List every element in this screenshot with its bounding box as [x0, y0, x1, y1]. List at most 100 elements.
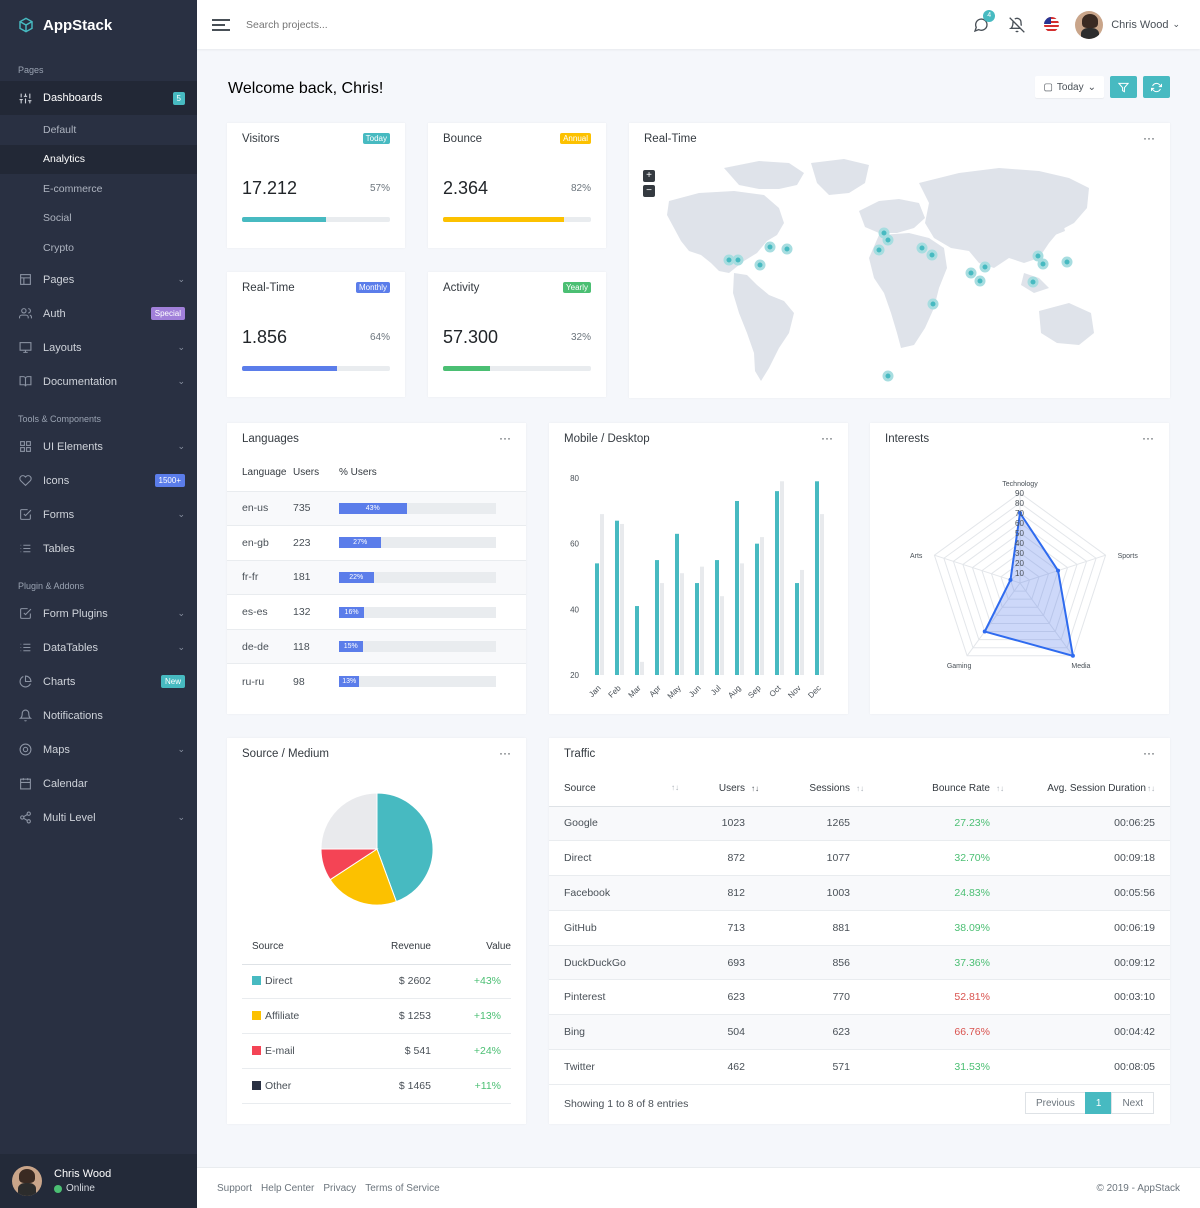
sidebar-sub-social[interactable]: Social — [0, 204, 197, 234]
status-text: Online — [66, 1183, 95, 1194]
more-horizontal-icon[interactable]: ··· — [1143, 746, 1155, 760]
sidebar-label: Documentation — [43, 375, 117, 388]
table-row: GitHub 713 881 38.09% 00:06:19 — [549, 910, 1170, 946]
lang-pct-cell: 15% — [339, 628, 526, 664]
col-header-users[interactable]: Users ↑↓ — [679, 771, 759, 807]
traffic-users: 713 — [679, 910, 759, 946]
sidebar-sub-ecommerce[interactable]: E-commerce — [0, 174, 197, 204]
sidebar-item-tables[interactable]: Tables — [0, 532, 197, 566]
user-menu[interactable]: Chris Wood ⌄ — [1075, 10, 1180, 39]
col-header-duration[interactable]: Avg. Session Duration↑↓ — [1004, 771, 1170, 807]
sidebar-sub-default[interactable]: Default — [0, 115, 197, 145]
sidebar-item-forms[interactable]: Forms ⌄ — [0, 498, 197, 532]
col-header-bounce[interactable]: Bounce Rate ↑↓ — [864, 771, 1004, 807]
list-icon — [18, 542, 32, 556]
pie-chart-icon — [18, 675, 32, 689]
message-circle-icon[interactable]: 4 — [972, 9, 996, 34]
sidebar-label: Form Plugins — [43, 607, 108, 620]
footer-link-privacy[interactable]: Privacy — [323, 1183, 356, 1194]
card-title: Languages — [242, 433, 299, 445]
chevron-down-icon: ⌄ — [177, 441, 185, 451]
status-badge: Annual — [560, 133, 591, 144]
stat-percent: 57% — [369, 183, 390, 194]
traffic-sessions: 881 — [759, 910, 864, 946]
list-icon — [18, 641, 32, 655]
world-map — [667, 159, 1094, 382]
box-logo-icon — [19, 17, 33, 33]
more-horizontal-icon[interactable]: ··· — [499, 746, 511, 760]
progress-fill: 27% — [339, 537, 382, 549]
source-cell: E-mail — [242, 1033, 354, 1069]
sidebar-item-datatables[interactable]: DataTables ⌄ — [0, 631, 197, 665]
filter-button[interactable] — [1110, 76, 1137, 98]
col-header[interactable]: Users — [293, 455, 339, 491]
bell-off-icon[interactable] — [1008, 16, 1026, 34]
col-header-source[interactable]: Source ↑↓ — [549, 771, 679, 807]
source-value: +24% — [431, 1033, 511, 1069]
sidebar-item-layouts[interactable]: Layouts ⌄ — [0, 331, 197, 365]
brand[interactable]: AppStack — [0, 0, 197, 50]
x-tick-label: Jan — [587, 684, 602, 699]
avatar — [12, 1166, 42, 1196]
radar-point — [1056, 568, 1061, 573]
sidebar-item-ui-elements[interactable]: UI Elements ⌄ — [0, 430, 197, 464]
sidebar-item-calendar[interactable]: Calendar — [0, 767, 197, 801]
lang-pct-cell: 16% — [339, 594, 526, 630]
radar-point — [982, 629, 987, 634]
traffic-source: Direct — [549, 840, 679, 877]
sidebar-item-icons[interactable]: Icons 1500+ — [0, 464, 197, 498]
more-horizontal-icon[interactable]: ··· — [499, 431, 511, 445]
traffic-users: 1023 — [679, 806, 759, 842]
col-label: Avg. Session Duration — [1047, 782, 1146, 794]
previous-button[interactable]: Previous — [1024, 1092, 1086, 1114]
r-tick-label: 70 — [1015, 509, 1024, 518]
traffic-duration: 00:04:42 — [1004, 1014, 1170, 1051]
sidebar-item-notifications[interactable]: Notifications — [0, 699, 197, 733]
sidebar-item-charts[interactable]: Charts New — [0, 665, 197, 699]
footer-link-support[interactable]: Support — [217, 1183, 252, 1194]
sidebar-item-pages[interactable]: Pages ⌄ — [0, 263, 197, 297]
us-flag-icon[interactable] — [1044, 17, 1060, 32]
x-tick-label: Jun — [687, 684, 702, 699]
footer-link-help[interactable]: Help Center — [261, 1183, 314, 1194]
sidebar-user[interactable]: Chris Wood Online — [0, 1154, 197, 1208]
sort-icon[interactable]: ↑↓ — [856, 784, 864, 793]
hamburger-icon[interactable] — [212, 16, 230, 34]
page-1-button[interactable]: 1 — [1084, 1092, 1113, 1114]
sort-icon[interactable]: ↑↓ — [751, 784, 759, 793]
stat-percent: 64% — [369, 332, 390, 343]
status-badge: Monthly — [355, 282, 390, 293]
col-header[interactable]: % Users — [339, 455, 526, 491]
col-header[interactable]: Language — [227, 455, 293, 491]
col-label: Source — [564, 782, 596, 794]
footer-link-terms[interactable]: Terms of Service — [365, 1183, 439, 1194]
sidebar-item-dashboards[interactable]: Dashboards 5 — [0, 81, 197, 115]
sort-icon[interactable]: ↑↓ — [1147, 784, 1155, 793]
bar-dec-s1 — [820, 514, 824, 675]
refresh-button[interactable] — [1143, 76, 1170, 98]
sidebar-item-maps[interactable]: Maps ⌄ — [0, 733, 197, 767]
sidebar-sub-crypto[interactable]: Crypto — [0, 233, 197, 263]
sidebar-item-form-plugins[interactable]: Form Plugins ⌄ — [0, 597, 197, 631]
sidebar-item-auth[interactable]: Auth Special — [0, 297, 197, 331]
next-button[interactable]: Next — [1111, 1092, 1154, 1114]
traffic-bounce: 52.81% — [864, 979, 1004, 1016]
stat-card-0: Visitors Today 17.212 57% — [227, 123, 405, 248]
table-row: DuckDuckGo 693 856 37.36% 00:09:12 — [549, 945, 1170, 981]
source-cell: Direct — [242, 964, 354, 1000]
sidebar-sub-analytics[interactable]: Analytics — [0, 144, 197, 174]
sort-icon[interactable]: ↑↓ — [996, 784, 1004, 793]
section-pages: Pages — [18, 65, 44, 75]
col-header-sessions[interactable]: Sessions ↑↓ — [759, 771, 864, 807]
bar-jan-s1 — [600, 514, 604, 675]
date-filter-button[interactable]: ▢ Today ⌄ — [1035, 76, 1104, 98]
search-input[interactable] — [246, 18, 446, 31]
sidebar-item-documentation[interactable]: Documentation ⌄ — [0, 365, 197, 399]
y-tick-label: 60 — [570, 540, 579, 549]
book-open-icon — [18, 375, 32, 389]
sidebar-user-name: Chris Wood — [54, 1168, 112, 1180]
radar-series — [983, 510, 1075, 658]
sidebar-item-multi-level[interactable]: Multi Level ⌄ — [0, 801, 197, 835]
sort-icon[interactable]: ↑↓ — [671, 783, 679, 792]
traffic-source: Pinterest — [549, 979, 679, 1016]
